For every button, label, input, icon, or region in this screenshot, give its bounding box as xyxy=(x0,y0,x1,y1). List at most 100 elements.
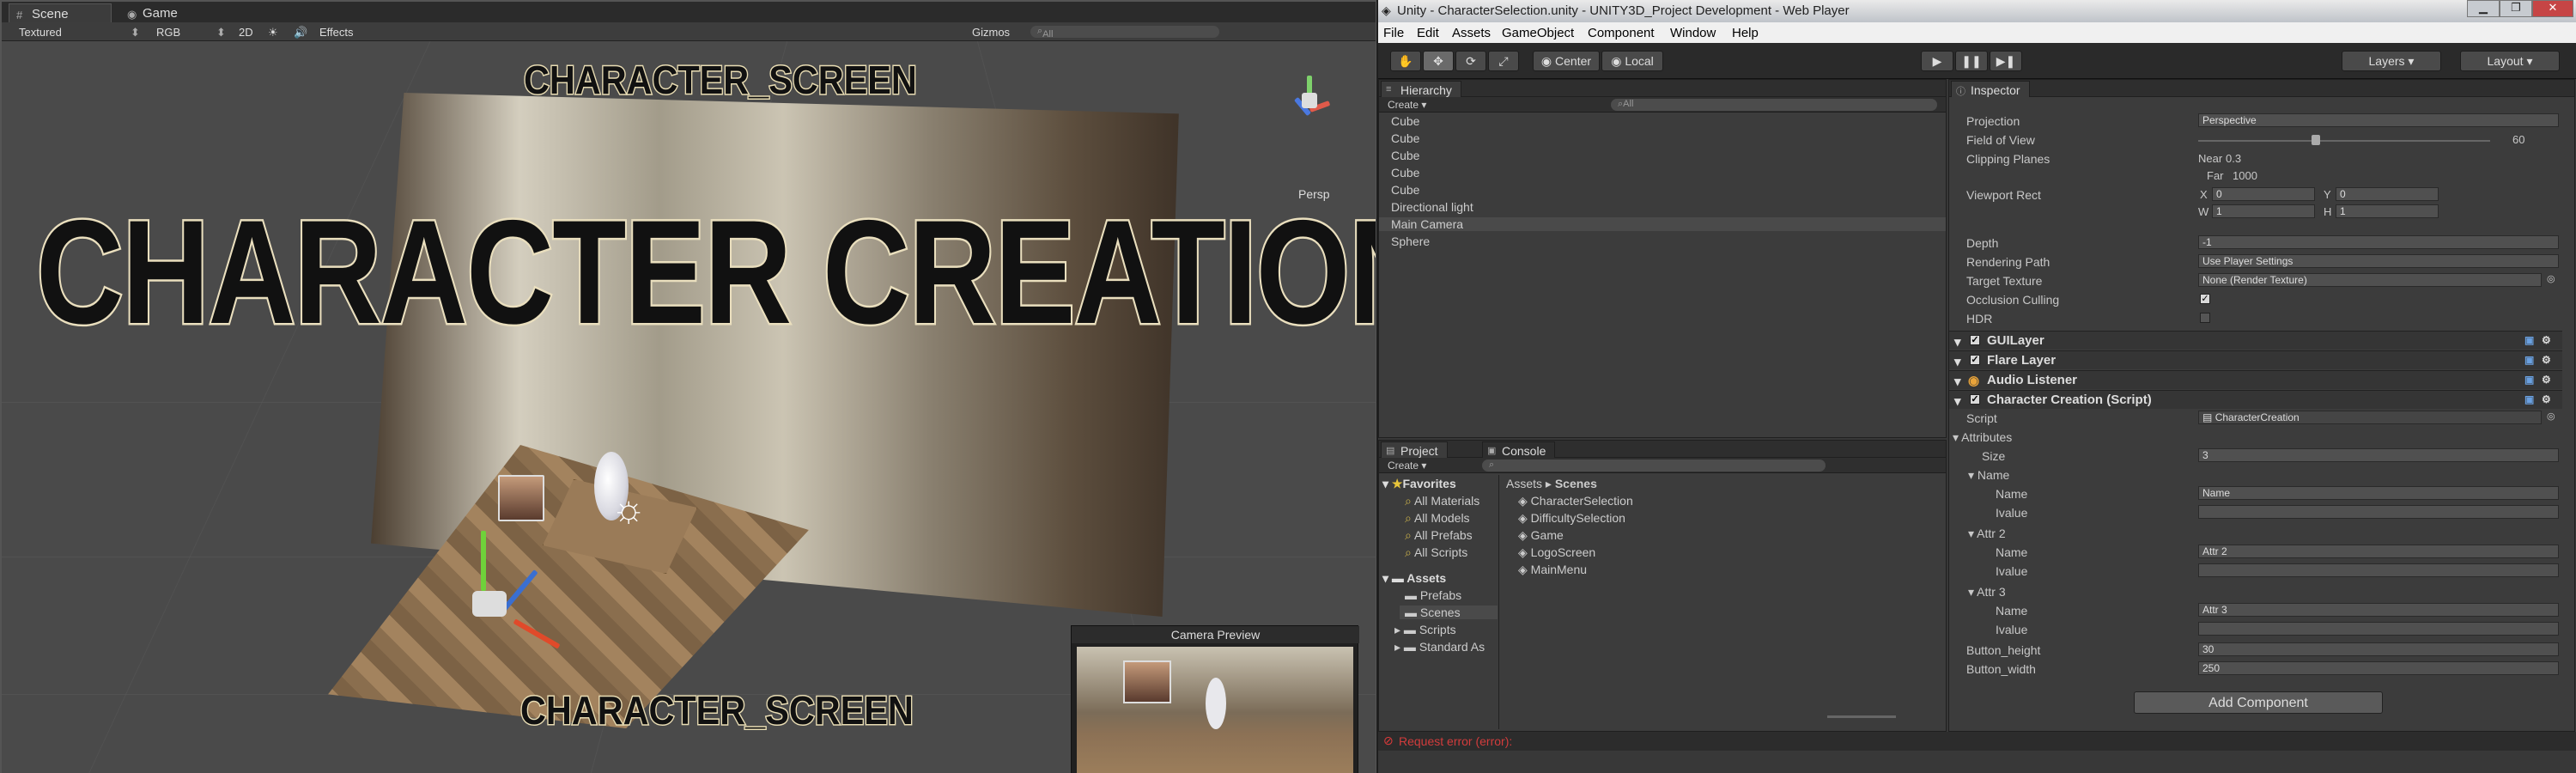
folder-item[interactable]: ▸ ▬ Standard As xyxy=(1394,640,1485,654)
menu-assets[interactable]: Assets xyxy=(1452,26,1491,40)
element-name-field[interactable]: Attr 3 xyxy=(2198,603,2559,617)
project-search-input[interactable]: ⌕ xyxy=(1482,460,1826,472)
projection-dropdown[interactable]: Perspective xyxy=(2198,113,2559,127)
menu-component[interactable]: Component xyxy=(1588,26,1655,40)
pivot-center-button[interactable]: ◉ Center xyxy=(1533,51,1600,71)
far-field[interactable]: 1000 xyxy=(2233,169,2257,182)
hand-tool-button[interactable]: ✋ xyxy=(1390,51,1421,71)
move-tool-button[interactable]: ✥ xyxy=(1423,51,1454,71)
scene-asset[interactable]: ◈ DifficultySelection xyxy=(1518,511,1625,526)
2d-toggle[interactable]: 2D xyxy=(239,26,253,39)
menu-help[interactable]: Help xyxy=(1732,26,1759,40)
element-name-field[interactable]: Attr 2 xyxy=(2198,545,2559,558)
fov-slider-thumb[interactable] xyxy=(2312,135,2320,145)
fov-value[interactable]: 60 xyxy=(2512,133,2524,146)
size-field[interactable]: 3 xyxy=(2198,448,2559,462)
button-height-field[interactable]: 30 xyxy=(2198,642,2559,656)
component-enable-checkbox[interactable]: ✓ xyxy=(1970,394,1980,405)
attributes-foldout[interactable]: ▾ Attributes xyxy=(1953,430,2012,445)
help-icon[interactable]: ▣ xyxy=(2524,354,2534,366)
list-item[interactable]: Directional light xyxy=(1391,200,1473,214)
tab-scene[interactable]: # Scene xyxy=(9,3,112,22)
breadcrumb-assets[interactable]: Assets xyxy=(1506,477,1542,490)
object-picker-icon[interactable]: ◎ xyxy=(2547,273,2555,284)
orientation-gizmo[interactable] xyxy=(1279,70,1340,139)
breadcrumb-scenes[interactable]: Scenes xyxy=(1555,477,1597,490)
maximize-button[interactable]: ❐ xyxy=(2500,0,2532,17)
component-flare-layer[interactable]: ▾ ✓ Flare Layer ▣ ⚙ xyxy=(1949,350,2562,369)
tab-hierarchy[interactable]: ≡ Hierarchy xyxy=(1381,81,1461,97)
favorite-item[interactable]: ⌕ All Scripts xyxy=(1405,545,1467,560)
list-item[interactable]: Cube xyxy=(1391,114,1419,128)
add-component-button[interactable]: Add Component xyxy=(2134,691,2383,714)
list-item-selected[interactable]: Main Camera xyxy=(1379,217,1946,231)
button-width-field[interactable]: 250 xyxy=(2198,661,2559,675)
gear-icon[interactable]: ⚙ xyxy=(2542,354,2551,366)
menu-gameobject[interactable]: GameObject xyxy=(1502,26,1574,40)
close-button[interactable]: ✕ xyxy=(2532,0,2573,17)
element-foldout[interactable]: ▾ Name xyxy=(1968,468,2009,483)
scene-asset[interactable]: ◈ Game xyxy=(1518,528,1564,543)
list-item[interactable]: Cube xyxy=(1391,149,1419,162)
pivot-local-button[interactable]: ◉ Local xyxy=(1601,51,1663,71)
favorite-item[interactable]: ⌕ All Prefabs xyxy=(1405,528,1473,543)
viewport-x-field[interactable]: 0 xyxy=(2212,187,2315,201)
favorite-item[interactable]: ⌕ All Models xyxy=(1405,511,1470,526)
tab-inspector[interactable]: ⓘ Inspector xyxy=(1951,81,2030,97)
pause-button[interactable]: ❚❚ xyxy=(1955,51,1988,71)
help-icon[interactable]: ▣ xyxy=(2524,393,2534,405)
thumbnail-size-slider[interactable] xyxy=(1827,715,1896,718)
object-picker-icon[interactable]: ◎ xyxy=(2547,411,2555,422)
camera-gizmo-icon[interactable] xyxy=(472,591,507,617)
light-gizmo-icon[interactable]: ☼ xyxy=(611,488,646,531)
gizmo-center[interactable] xyxy=(1302,93,1317,108)
tab-game[interactable]: ◉ Game xyxy=(120,3,232,22)
scene-viewport[interactable]: ☼ Persp CHARACTER_SCREEN CHARACTER CREAT… xyxy=(2,41,1376,773)
status-message[interactable]: Request error (error): xyxy=(1399,734,1512,748)
viewport-w-field[interactable]: 1 xyxy=(2212,204,2315,218)
tab-project[interactable]: ▤ Project xyxy=(1381,441,1448,458)
scale-tool-button[interactable]: ⤢ xyxy=(1488,51,1519,71)
scene-asset[interactable]: ◈ CharacterSelection xyxy=(1518,494,1633,508)
minimize-button[interactable]: ▁ xyxy=(2467,0,2500,17)
element-foldout[interactable]: ▾ Attr 2 xyxy=(1968,526,2006,541)
project-create-button[interactable]: Create ▾ xyxy=(1388,460,1426,472)
element-ivalue-field[interactable] xyxy=(2198,563,2559,577)
layers-dropdown[interactable]: Layers ▾ xyxy=(2342,51,2441,71)
audio-icon[interactable]: 🔊 xyxy=(294,26,307,40)
gizmos-dropdown[interactable]: Gizmos xyxy=(972,26,1010,39)
step-button[interactable]: ▶❚ xyxy=(1990,51,2022,71)
gear-icon[interactable]: ⚙ xyxy=(2542,374,2551,386)
depth-field[interactable]: -1 xyxy=(2198,235,2559,249)
component-guilayer[interactable]: ▾ ✓ GUILayer ▣ ⚙ xyxy=(1949,331,2562,350)
lighting-icon[interactable]: ☀ xyxy=(268,26,278,40)
favorite-item[interactable]: ⌕ All Materials xyxy=(1405,494,1479,508)
scene-asset[interactable]: ◈ LogoScreen xyxy=(1518,545,1595,560)
component-audio-listener[interactable]: ▾ ◉ Audio Listener ▣ ⚙ xyxy=(1949,370,2562,389)
element-foldout[interactable]: ▾ Attr 3 xyxy=(1968,585,2006,600)
gear-icon[interactable]: ⚙ xyxy=(2542,393,2551,405)
play-button[interactable]: ▶ xyxy=(1921,51,1953,71)
folder-item-selected[interactable]: ▬ Scenes xyxy=(1400,606,1498,619)
element-name-field[interactable]: Name xyxy=(2198,486,2559,500)
hdr-checkbox[interactable] xyxy=(2200,313,2210,323)
component-enable-checkbox[interactable]: ✓ xyxy=(1970,355,1980,365)
render-mode-dropdown[interactable]: RGB xyxy=(156,26,180,39)
menu-edit[interactable]: Edit xyxy=(1417,26,1439,40)
list-item[interactable]: Sphere xyxy=(1391,234,1430,248)
rendering-path-dropdown[interactable]: Use Player Settings xyxy=(2198,254,2559,268)
shading-dropdown[interactable]: Textured xyxy=(19,26,62,39)
folder-item[interactable]: ▸ ▬ Scripts xyxy=(1394,623,1456,637)
list-item[interactable]: Cube xyxy=(1391,166,1419,180)
scene-search-input[interactable]: ⌕ All xyxy=(1030,26,1219,40)
fov-slider[interactable] xyxy=(2198,140,2490,142)
element-ivalue-field[interactable] xyxy=(2198,622,2559,636)
tab-console[interactable]: ▣ Console xyxy=(1482,441,1556,458)
viewport-h-field[interactable]: 1 xyxy=(2336,204,2439,218)
gear-icon[interactable]: ⚙ xyxy=(2542,334,2551,346)
menu-window[interactable]: Window xyxy=(1670,26,1716,40)
occlusion-checkbox[interactable]: ✓ xyxy=(2200,294,2210,304)
folder-item[interactable]: ▬ Prefabs xyxy=(1405,588,1461,602)
rotate-tool-button[interactable]: ⟳ xyxy=(1455,51,1486,71)
assets-node[interactable]: ▾ ▬ Assets xyxy=(1382,571,1446,586)
